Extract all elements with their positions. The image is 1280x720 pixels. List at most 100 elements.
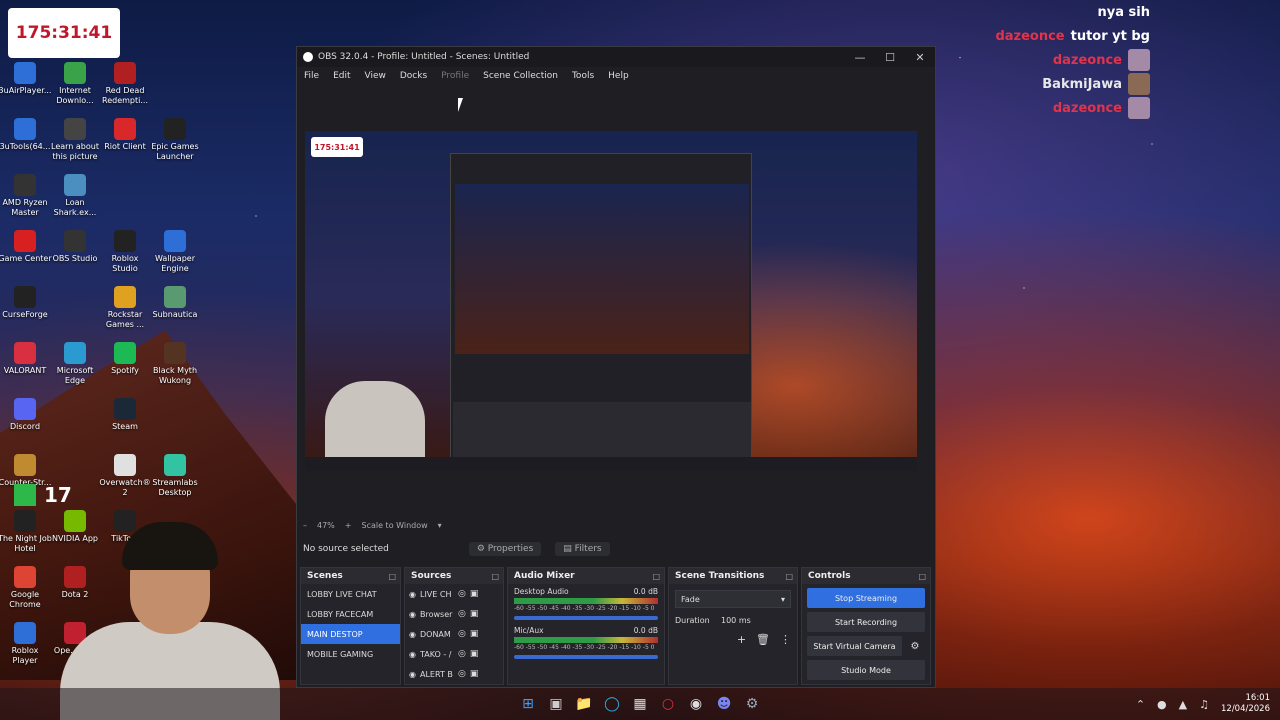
desktop-icon[interactable]: AMD Ryzen Master: [0, 174, 52, 218]
scene-item[interactable]: LOBBY FACECAM: [301, 604, 400, 624]
desktop-icon[interactable]: Black Myth Wukong: [148, 342, 202, 386]
add-icon[interactable]: +: [737, 633, 746, 646]
source-item[interactable]: ◉ LIVE CH ◎ ▣: [405, 584, 503, 604]
edge-icon[interactable]: ◯: [603, 695, 621, 713]
start-icon[interactable]: ⊞: [519, 695, 537, 713]
properties-button[interactable]: ⚙ Properties: [468, 542, 542, 556]
menu-docks[interactable]: Docks: [400, 71, 427, 81]
float-icon[interactable]: □: [785, 572, 793, 581]
eye-icon[interactable]: ◎: [458, 609, 466, 619]
scene-item[interactable]: MAIN DESTOP: [301, 624, 400, 644]
chevron-down-icon[interactable]: ▾: [438, 521, 442, 530]
task-view-icon[interactable]: ▣: [547, 695, 565, 713]
scene-item[interactable]: LOBBY LIVE CHAT: [301, 584, 400, 604]
desktop-icon[interactable]: Game Center: [0, 230, 52, 264]
filters-button[interactable]: ▤ Filters: [555, 542, 610, 556]
zoom-out-button[interactable]: –: [303, 521, 307, 530]
obs-window[interactable]: OBS 32.0.4 - Profile: Untitled - Scenes:…: [296, 46, 936, 688]
menu-scene-collection[interactable]: Scene Collection: [483, 71, 558, 81]
desktop-icon[interactable]: The Night Job Hotel: [0, 510, 52, 554]
source-item[interactable]: ◉ Browser ◎ ▣: [405, 604, 503, 624]
zoom-in-button[interactable]: +: [345, 521, 352, 530]
desktop-icon[interactable]: Subnautica: [148, 286, 202, 320]
trash-icon[interactable]: 🗑: [756, 633, 770, 646]
lock-icon[interactable]: ▣: [470, 649, 479, 659]
float-icon[interactable]: □: [388, 572, 396, 581]
eye-icon[interactable]: ◎: [458, 589, 466, 599]
menu-edit[interactable]: Edit: [333, 71, 350, 81]
start-recording-button[interactable]: Start Recording: [807, 612, 925, 632]
desktop-icon[interactable]: Streamlabs Desktop: [148, 454, 202, 498]
desktop-icon[interactable]: 3uTools(64...: [0, 118, 52, 152]
desktop-icon[interactable]: Microsoft Edge: [48, 342, 102, 386]
chevron-up-icon[interactable]: ⌃: [1136, 698, 1145, 711]
eye-icon[interactable]: ◎: [458, 629, 466, 639]
opera-icon[interactable]: ○: [659, 695, 677, 713]
menu-file[interactable]: File: [304, 71, 319, 81]
clock[interactable]: 16:01 12/04/2026: [1221, 693, 1270, 715]
menu-profile[interactable]: Profile: [441, 71, 469, 81]
desktop-icon[interactable]: Riot Client: [98, 118, 152, 152]
stop-streaming-button[interactable]: Stop Streaming: [807, 588, 925, 608]
maximize-icon[interactable]: ☐: [875, 51, 905, 64]
source-item[interactable]: ◉ ALERT B ◎ ▣: [405, 664, 503, 684]
menu-tools[interactable]: Tools: [572, 71, 594, 81]
menu-view[interactable]: View: [365, 71, 386, 81]
desktop-icon[interactable]: Loan Shark.ex...: [48, 174, 102, 218]
desktop-icon[interactable]: 3uAirPlayer...: [0, 62, 52, 96]
desktop-icon[interactable]: Roblox Player: [0, 622, 52, 666]
desktop-icon[interactable]: Rockstar Games ...: [98, 286, 152, 330]
gear-icon[interactable]: ⚙: [905, 636, 925, 656]
wifi-icon[interactable]: ▲: [1179, 698, 1187, 711]
float-icon[interactable]: □: [918, 572, 926, 581]
studio-mode-button[interactable]: Studio Mode: [807, 660, 925, 680]
obs-titlebar[interactable]: OBS 32.0.4 - Profile: Untitled - Scenes:…: [297, 47, 935, 67]
lock-icon[interactable]: ▣: [470, 589, 479, 599]
discord-icon[interactable]: ☻: [715, 695, 733, 713]
desktop-icon[interactable]: Wallpaper Engine: [148, 230, 202, 274]
eye-icon[interactable]: ◎: [458, 649, 466, 659]
source-item[interactable]: ◉ TAKO - / ◎ ▣: [405, 644, 503, 664]
transition-select[interactable]: Fade ▾: [675, 590, 791, 608]
lock-icon[interactable]: ▣: [470, 629, 479, 639]
desktop-icon[interactable]: Overwatch® 2: [98, 454, 152, 498]
desktop-icon[interactable]: VALORANT: [0, 342, 52, 376]
desktop-icon[interactable]: Steam: [98, 398, 152, 432]
desktop-icon[interactable]: Learn about this picture: [48, 118, 102, 162]
obs-icon[interactable]: ◉: [687, 695, 705, 713]
volume-slider[interactable]: [514, 616, 658, 620]
desktop-icon[interactable]: Red Dead Redempti...: [98, 62, 152, 106]
start-virtual-camera-button[interactable]: Start Virtual Camera: [807, 636, 902, 656]
float-icon[interactable]: □: [491, 572, 499, 581]
scale-mode[interactable]: Scale to Window: [361, 521, 427, 530]
steam-icon[interactable]: ⚙: [743, 695, 761, 713]
scene-item[interactable]: MOBILE GAMING: [301, 644, 400, 664]
duration-field[interactable]: 100 ms: [721, 616, 751, 625]
desktop-icon[interactable]: Roblox Studio: [98, 230, 152, 274]
app-icon: [14, 174, 36, 196]
desktop-icon[interactable]: OBS Studio: [48, 230, 102, 264]
desktop-icon[interactable]: Epic Games Launcher: [148, 118, 202, 162]
float-icon[interactable]: □: [652, 572, 660, 581]
preview-canvas[interactable]: 175:31:41: [305, 131, 917, 471]
store-icon[interactable]: ▦: [631, 695, 649, 713]
eye-icon[interactable]: ◎: [458, 669, 466, 679]
microphone-icon[interactable]: ●: [1157, 698, 1167, 711]
desktop-icon[interactable]: Google Chrome: [0, 566, 52, 610]
no-source-label: No source selected: [303, 544, 389, 554]
desktop-icon[interactable]: Internet Downlo...: [48, 62, 102, 106]
close-icon[interactable]: ✕: [905, 51, 935, 64]
menu-help[interactable]: Help: [608, 71, 629, 81]
source-item[interactable]: ◉ DONAM ◎ ▣: [405, 624, 503, 644]
minimize-icon[interactable]: —: [845, 51, 875, 64]
desktop-icon-label: Riot Client: [104, 142, 146, 151]
desktop-icon[interactable]: CurseForge: [0, 286, 52, 320]
more-icon[interactable]: ⋮: [780, 633, 791, 646]
desktop-icon[interactable]: Discord: [0, 398, 52, 432]
lock-icon[interactable]: ▣: [470, 669, 479, 679]
volume-slider[interactable]: [514, 655, 658, 659]
desktop-icon[interactable]: Spotify: [98, 342, 152, 376]
speaker-icon[interactable]: ♫: [1199, 698, 1209, 711]
file-explorer-icon[interactable]: 📁: [575, 695, 593, 713]
lock-icon[interactable]: ▣: [470, 609, 479, 619]
